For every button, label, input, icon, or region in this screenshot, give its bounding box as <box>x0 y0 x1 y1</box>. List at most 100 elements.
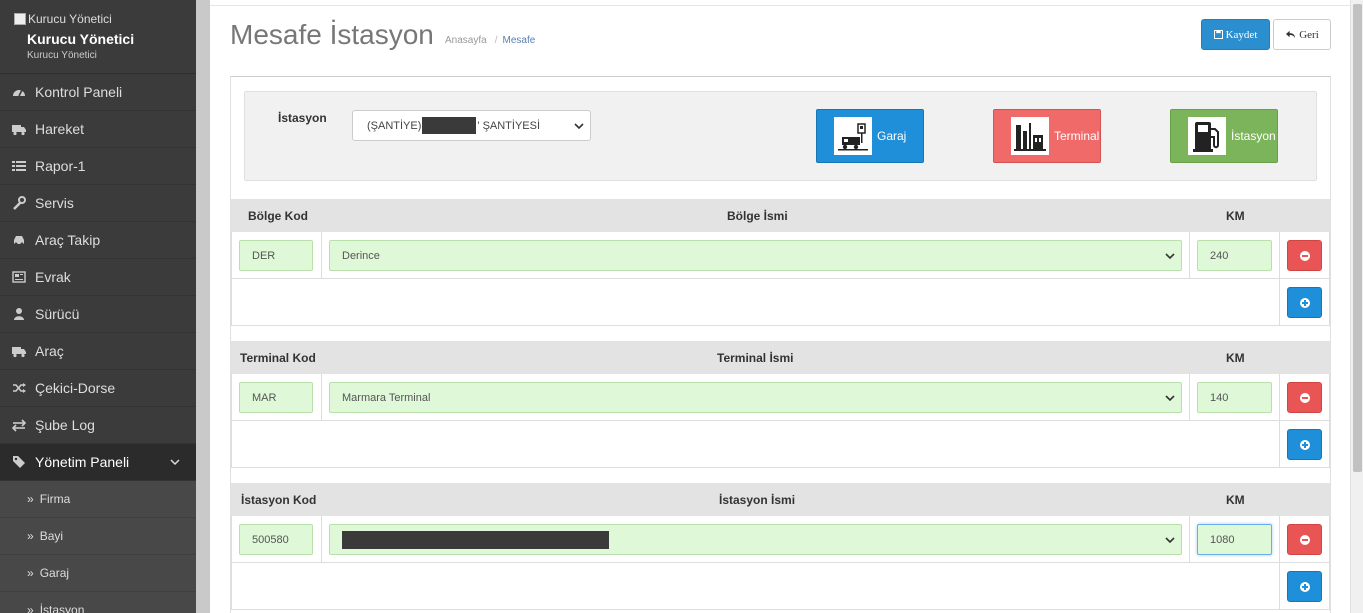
sidebar-item-kontrol-paneli[interactable]: Kontrol Paneli <box>0 74 196 111</box>
breadcrumb-current: Mesafe <box>502 35 536 46</box>
breadcrumb: Anasayfa / Mesafe <box>445 35 535 46</box>
sidebar-subitem-label: Bayi <box>39 529 64 543</box>
terminal-tile-label: Terminal <box>1054 129 1100 143</box>
sidebar-item-servis[interactable]: Servis <box>0 185 196 222</box>
exchange-icon <box>12 418 26 432</box>
sidebar-item-arac-takip[interactable]: Araç Takip <box>0 222 196 259</box>
back-button-label: Geri <box>1299 28 1319 41</box>
page-scrollbar[interactable] <box>1350 0 1363 613</box>
list-icon <box>12 159 26 173</box>
terminal-name-select[interactable]: Marmara Terminal <box>329 382 1182 413</box>
sidebar-item-arac[interactable]: Araç <box>0 333 196 370</box>
station-label: İstasyon <box>278 111 327 125</box>
sidebar-item-label: Rapor-1 <box>35 158 86 174</box>
remove-row-button[interactable] <box>1287 382 1322 413</box>
table-row: DER Derince 240 <box>231 232 1330 279</box>
sidebar-item-label: Kontrol Paneli <box>35 84 123 100</box>
station-section: İstasyon Kod İstasyon İsmi KM 500580 108… <box>231 483 1330 610</box>
sidebar-subitem-label: Garaj <box>39 566 70 580</box>
chevron-down-icon <box>574 123 584 130</box>
newspaper-icon <box>12 270 26 284</box>
region-table-header: Bölge Kod Bölge İsmi KM <box>231 199 1330 232</box>
region-km-input[interactable]: 240 <box>1197 240 1272 271</box>
terminal-icon <box>1011 117 1049 155</box>
station-select-suffix: ' ŞANTİYESİ <box>477 119 541 132</box>
sidebar-item-yonetim-paneli[interactable]: Yönetim Paneli <box>0 444 196 481</box>
sidebar-subitem-firma[interactable]: » Firma <box>0 481 196 518</box>
garaj-tile-button[interactable]: Garaj <box>816 109 924 163</box>
terminal-name-header: Terminal İsmi <box>717 351 794 365</box>
terminal-section: Terminal Kod Terminal İsmi KM MAR Marmar… <box>231 341 1330 468</box>
top-border <box>210 0 1350 6</box>
chevron-down-icon <box>1165 395 1175 402</box>
station-name-select[interactable] <box>329 524 1182 555</box>
station-km-input[interactable]: 1080 <box>1197 524 1272 555</box>
minus-circle-icon <box>1299 250 1310 261</box>
region-code-input[interactable]: DER <box>239 240 313 271</box>
garaj-tile-label: Garaj <box>877 129 907 143</box>
terminal-km-input[interactable]: 140 <box>1197 382 1272 413</box>
istasyon-tile-button[interactable]: İstasyon <box>1170 109 1278 163</box>
broken-image-icon <box>14 13 26 25</box>
sidebar-subitem-garaj[interactable]: » Garaj <box>0 555 196 592</box>
sidebar-subitem-label: İstasyon <box>39 603 85 613</box>
terminal-tile-button[interactable]: Terminal <box>993 109 1101 163</box>
sidebar: Kurucu Yönetici Kurucu Yönetici Kurucu Y… <box>0 0 196 613</box>
station-select-prefix: (ŞANTİYE) <box>367 119 422 132</box>
sidebar-item-evrak[interactable]: Evrak <box>0 259 196 296</box>
terminal-km-header: KM <box>1226 351 1245 365</box>
terminal-code-header: Terminal Kod <box>240 351 316 365</box>
add-row-button[interactable] <box>1287 287 1322 318</box>
add-row-button[interactable] <box>1287 571 1322 602</box>
truck-icon <box>12 122 26 136</box>
sidebar-subitem-istasyon[interactable]: » İstasyon <box>0 592 196 613</box>
sidebar-item-sube-log[interactable]: Şube Log <box>0 407 196 444</box>
breadcrumb-home[interactable]: Anasayfa <box>445 35 487 46</box>
double-chevron-right-icon: » <box>27 603 34 613</box>
station-code-header: İstasyon Kod <box>241 493 317 507</box>
station-panel: İstasyon (ŞANTİYE) ' ŞANTİYESİ Garaj Term… <box>244 91 1317 181</box>
region-code-header: Bölge Kod <box>248 209 308 223</box>
user-profile: Kurucu Yönetici Kurucu Yönetici Kurucu Y… <box>0 0 196 74</box>
sidebar-item-cekici-dorse[interactable]: Çekici-Dorse <box>0 370 196 407</box>
redacted-block <box>342 530 609 549</box>
double-chevron-right-icon: » <box>27 492 34 506</box>
back-button[interactable]: Geri <box>1273 19 1331 50</box>
double-chevron-right-icon: » <box>27 529 34 543</box>
redacted-block <box>422 117 477 134</box>
station-code-input[interactable]: 500580 <box>239 524 313 555</box>
double-chevron-right-icon: » <box>27 566 34 580</box>
station-select[interactable]: (ŞANTİYE) ' ŞANTİYESİ <box>352 110 591 141</box>
sidebar-item-surucu[interactable]: Sürücü <box>0 296 196 333</box>
garage-icon <box>834 117 872 155</box>
add-row-button[interactable] <box>1287 429 1322 460</box>
sidebar-item-hareket[interactable]: Hareket <box>0 111 196 148</box>
page-title: Mesafe İstasyon <box>230 19 434 50</box>
tags-icon <box>12 455 26 469</box>
save-button[interactable]: Kaydet <box>1201 19 1270 50</box>
avatar: Kurucu Yönetici <box>14 12 182 26</box>
sidebar-item-label: Sürücü <box>35 306 80 322</box>
random-icon <box>12 381 26 395</box>
istasyon-tile-label: İstasyon <box>1231 129 1276 143</box>
chevron-down-icon <box>1165 537 1175 544</box>
sidebar-item-rapor-1[interactable]: Rapor-1 <box>0 148 196 185</box>
region-km-header: KM <box>1226 209 1245 223</box>
avatar-alt-text: Kurucu Yönetici <box>28 12 112 26</box>
scrollbar-thumb[interactable] <box>1353 4 1362 472</box>
sidebar-item-label: Hareket <box>35 121 85 137</box>
remove-row-button[interactable] <box>1287 240 1322 271</box>
remove-row-button[interactable] <box>1287 524 1322 555</box>
terminal-code-input[interactable]: MAR <box>239 382 313 413</box>
truck-icon <box>12 344 26 358</box>
add-row <box>231 279 1330 326</box>
sidebar-scrollbar[interactable] <box>196 0 210 613</box>
minus-circle-icon <box>1299 534 1310 545</box>
region-name-value: Derince <box>342 249 380 262</box>
region-name-select[interactable]: Derince <box>329 240 1182 271</box>
user-role: Kurucu Yönetici <box>27 50 97 61</box>
sidebar-item-label: Şube Log <box>35 417 95 433</box>
sidebar-subitem-bayi[interactable]: » Bayi <box>0 518 196 555</box>
sidebar-item-label: Yönetim Paneli <box>35 454 130 470</box>
wrench-icon <box>12 196 26 210</box>
